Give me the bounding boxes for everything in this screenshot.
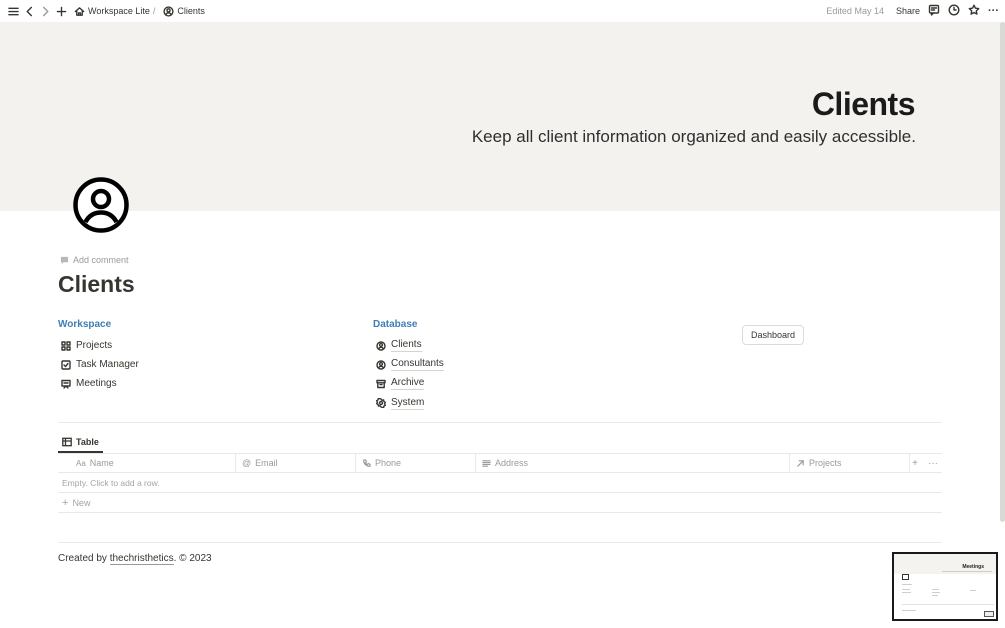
link-archive[interactable]: Archive (373, 374, 444, 393)
gear-icon (374, 396, 388, 410)
breadcrumb-workspace[interactable]: Workspace Lite (88, 6, 150, 16)
divider (58, 422, 942, 423)
link-archive-label: Archive (391, 377, 425, 391)
footer-credit: Created by thechristhetics. © 2023 (58, 553, 212, 565)
user-circle-icon (374, 358, 388, 372)
new-row-label: New (72, 497, 91, 508)
link-consultants-label: Consultants (391, 358, 444, 372)
history-clock-icon[interactable] (948, 4, 960, 18)
plus-icon: + (62, 496, 69, 509)
column-header-address[interactable]: Address (476, 454, 790, 472)
add-comment-button[interactable]: Add comment (60, 255, 129, 265)
tab-table-label: Table (76, 436, 99, 447)
thumbnail-line (902, 592, 911, 593)
vertical-scrollbar[interactable] (1000, 22, 1005, 522)
link-system[interactable]: System (373, 394, 444, 413)
column-header-name-label: Name (89, 458, 114, 468)
thumbnail-subtitle-line (942, 571, 992, 572)
add-column-icon[interactable]: + (912, 458, 918, 469)
link-projects[interactable]: Projects (58, 336, 139, 355)
database-heading: Database (373, 319, 418, 330)
link-task-manager-label: Task Manager (76, 359, 139, 371)
link-meetings[interactable]: Meetings (58, 374, 139, 393)
cover-banner: Clients Keep all client information orga… (0, 22, 1005, 211)
thumbnail-title: Meetings (962, 564, 984, 570)
column-header-projects[interactable]: Projects (790, 454, 910, 472)
phone-icon (363, 458, 371, 467)
footer-prefix: Created by (58, 553, 107, 564)
thumbnail-line (902, 584, 912, 585)
table-icon (62, 437, 72, 446)
edited-timestamp: Edited May 14 (826, 6, 884, 16)
author-link[interactable]: thechristhetics (109, 553, 174, 565)
column-header-address-label: Address (495, 458, 529, 468)
thumbnail-viewport-marker (984, 611, 994, 617)
link-clients-label: Clients (391, 339, 422, 353)
grid-icon (59, 339, 73, 353)
new-row-button[interactable]: + New (58, 493, 942, 513)
comment-icon (60, 256, 69, 264)
column-header-email-label: Email (255, 458, 278, 468)
column-header-phone-label: Phone (375, 458, 402, 468)
workspace-heading: Workspace (58, 319, 112, 330)
table-header: Aa Name @ Email Phone Address Projects +… (58, 453, 942, 473)
column-header-phone[interactable]: Phone (356, 454, 476, 472)
footer-suffix: . © 2023 (173, 553, 212, 564)
thumbnail-line (902, 589, 910, 590)
link-consultants[interactable]: Consultants (373, 355, 444, 374)
menu-icon[interactable] (6, 4, 20, 18)
new-page-plus-icon[interactable] (54, 4, 68, 18)
column-header-projects-label: Projects (809, 458, 842, 468)
text-icon: Aa (76, 458, 86, 468)
page-preview-thumbnail[interactable]: Meetings (892, 552, 998, 621)
forward-arrow-icon[interactable] (38, 4, 52, 18)
page-user-circle-icon[interactable] (72, 176, 130, 234)
workspace-links: Workspace Projects Task Manager Meetings (58, 319, 139, 394)
back-arrow-icon[interactable] (22, 4, 36, 18)
link-projects-label: Projects (76, 340, 113, 352)
presentation-icon (59, 377, 73, 391)
page-title[interactable]: Clients (58, 271, 135, 298)
lines-icon (482, 459, 491, 467)
archive-icon (374, 377, 388, 391)
cover-title: Clients (811, 86, 916, 122)
share-button[interactable]: Share (896, 6, 920, 16)
database-links: Database Clients Consultants Archive Sys… (373, 319, 444, 413)
link-meetings-label: Meetings (76, 378, 117, 390)
breadcrumb-page[interactable]: Clients (177, 6, 205, 16)
column-options-icon[interactable]: ··· (928, 458, 938, 469)
more-options-icon[interactable]: ··· (988, 5, 999, 17)
column-header-name[interactable]: Aa Name (58, 454, 236, 472)
favorite-star-icon[interactable] (968, 4, 980, 18)
column-header-email[interactable]: @ Email (236, 454, 356, 472)
thumbnail-presentation-icon (902, 574, 909, 580)
table-header-tools: + ··· (910, 454, 942, 472)
thumbnail-line (932, 589, 939, 590)
user-circle-icon (161, 4, 175, 18)
tab-table-view[interactable]: Table (58, 432, 103, 453)
empty-table-row[interactable]: Empty. Click to add a row. (58, 473, 942, 493)
footer-divider (58, 542, 942, 543)
thumbnail-line (932, 595, 938, 596)
thumbnail-line (970, 590, 976, 591)
link-clients[interactable]: Clients (373, 336, 444, 355)
thumbnail-line (932, 592, 940, 593)
top-bar-actions: Edited May 14 Share ··· (826, 0, 999, 22)
dashboard-button[interactable]: Dashboard (742, 325, 805, 345)
thumbnail-line (902, 610, 916, 611)
link-system-label: System (391, 396, 425, 410)
arrow-up-right-icon (797, 459, 804, 467)
breadcrumb: Workspace Lite / Clients (72, 4, 208, 18)
link-task-manager[interactable]: Task Manager (58, 355, 139, 374)
breadcrumb-separator: / (152, 6, 156, 16)
checkbox-icon (59, 358, 73, 372)
comments-icon[interactable] (928, 4, 940, 18)
at-icon: @ (242, 458, 252, 468)
thumbnail-line (902, 604, 994, 605)
cover-subtitle: Keep all client information organized an… (471, 127, 916, 146)
user-circle-icon (374, 339, 388, 353)
home-icon (72, 4, 86, 18)
add-comment-label: Add comment (73, 255, 129, 265)
